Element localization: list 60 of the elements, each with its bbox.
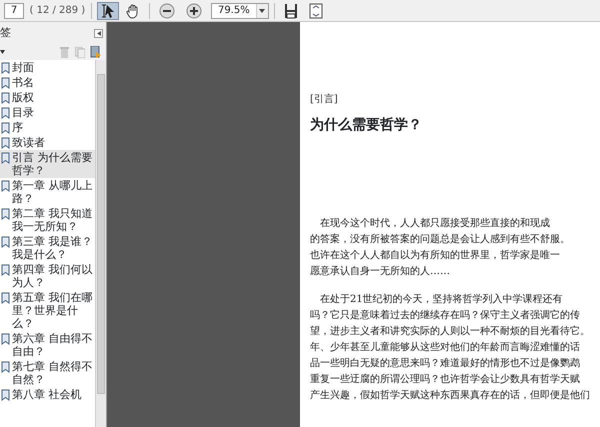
epigraph-line: 愿意承认自身一无所知的人…… (310, 264, 450, 279)
plus-icon (186, 2, 202, 18)
bookmark-item[interactable]: 引言 为什么需要哲学？ (0, 150, 95, 178)
minus-icon (158, 2, 175, 18)
collapse-panel-button[interactable] (94, 28, 103, 38)
bookmark-item[interactable]: 目录 (0, 105, 95, 120)
caret-icon (259, 8, 266, 12)
select-tool-button[interactable] (97, 2, 120, 20)
bookmark-icon (1, 107, 10, 119)
body-text-line: 重复一些迂腐的所谓公理吗？也许哲学会让少数具有哲学天赋 (310, 372, 580, 387)
page-count: ( 12 / 289 ) (30, 4, 86, 18)
pages-icon (74, 46, 84, 58)
body-text-line: 望，进步主义者和讲究实际的人则以一种不耐烦的目光看待它。 (310, 324, 590, 339)
new-bookmark-icon (90, 46, 102, 58)
chapter-heading: 为什么需要哲学？ (310, 116, 423, 135)
body-text-line: 吗？它只是意味着过去的继续存在吗？保守主义者强调它的传 (310, 308, 580, 323)
bookmark-icon (1, 333, 10, 345)
triangle-icon (96, 30, 100, 36)
epigraph-line: 在现今这个时代，人人都只愿接受那些直接的和现成 (319, 216, 550, 231)
bookmark-icon (1, 92, 10, 104)
page-number-field[interactable]: 7 (4, 2, 24, 18)
zoom-field[interactable]: 79.5% (210, 2, 269, 18)
caret-icon (0, 50, 5, 54)
bookmark-item[interactable]: 序 (0, 120, 95, 135)
body-text-line: 在处于21世纪初的今天，坚持将哲学列入中学课程还有 (319, 292, 563, 307)
bookmark-item[interactable]: 封面 (0, 60, 95, 75)
body-text-line: 品一些明白无疑的意思来吗？难道最好的情形也不过是像鹦鹉 (310, 356, 580, 371)
cursor-icon (100, 2, 116, 18)
bookmark-icon (1, 264, 10, 276)
bookmark-icon (1, 152, 10, 164)
bookmark-item[interactable]: 第六章 自由得不自由？ (0, 331, 95, 359)
bookmark-icon (1, 236, 10, 248)
bookmark-icon (1, 292, 10, 304)
fit-page-icon (309, 2, 324, 18)
body-text-line: 产生兴趣，假如哲学天赋这种东西果真存在的话，但即便是他们 (310, 388, 590, 403)
bookmark-icon (1, 77, 10, 89)
bookmark-item[interactable]: 第五章 我们在哪里？世界是什么？ (0, 290, 95, 331)
bookmark-item[interactable]: 书名 (0, 75, 95, 90)
scrollbar[interactable] (95, 60, 106, 427)
bookmark-icon (1, 122, 10, 134)
section-label: [引言] (310, 92, 339, 107)
bookmark-item[interactable]: 第四章 我们何以为人？ (0, 262, 95, 290)
bookmark-item[interactable]: 第七章 自然得不自然？ (0, 359, 95, 387)
bookmark-icon (1, 361, 10, 373)
bookmark-item[interactable]: 第八章 社会机 (0, 387, 95, 402)
bookmark-item[interactable]: 第一章 从哪儿上路？ (0, 178, 95, 206)
epigraph-line: 的答案，没有所被答案的问题总是会让人感到有些不舒服。 (310, 232, 570, 247)
bookmark-item[interactable]: 致读者 (0, 135, 95, 150)
bookmark-item[interactable]: 第二章 我只知道我一无所知？ (0, 206, 95, 234)
bookmark-icon (1, 208, 10, 220)
epigraph-line: 也许在这个人人都自以为有所知的世界里，哲学家是唯一 (310, 248, 560, 263)
fit-width-icon (284, 2, 298, 18)
body-text-line: 年、少年甚至儿童能够从这些对他们的年龄而言晦涩难懂的话 (310, 340, 580, 355)
bookmark-icon (1, 180, 10, 192)
bookmark-icon (1, 389, 10, 401)
bookmark-icon (1, 137, 10, 149)
bookmark-icon (1, 62, 10, 74)
bookmark-item[interactable]: 版权 (0, 90, 95, 105)
bookmark-item[interactable]: 第三章 我是谁？我是什么？ (0, 234, 95, 262)
panel-title: 签 (0, 24, 11, 41)
